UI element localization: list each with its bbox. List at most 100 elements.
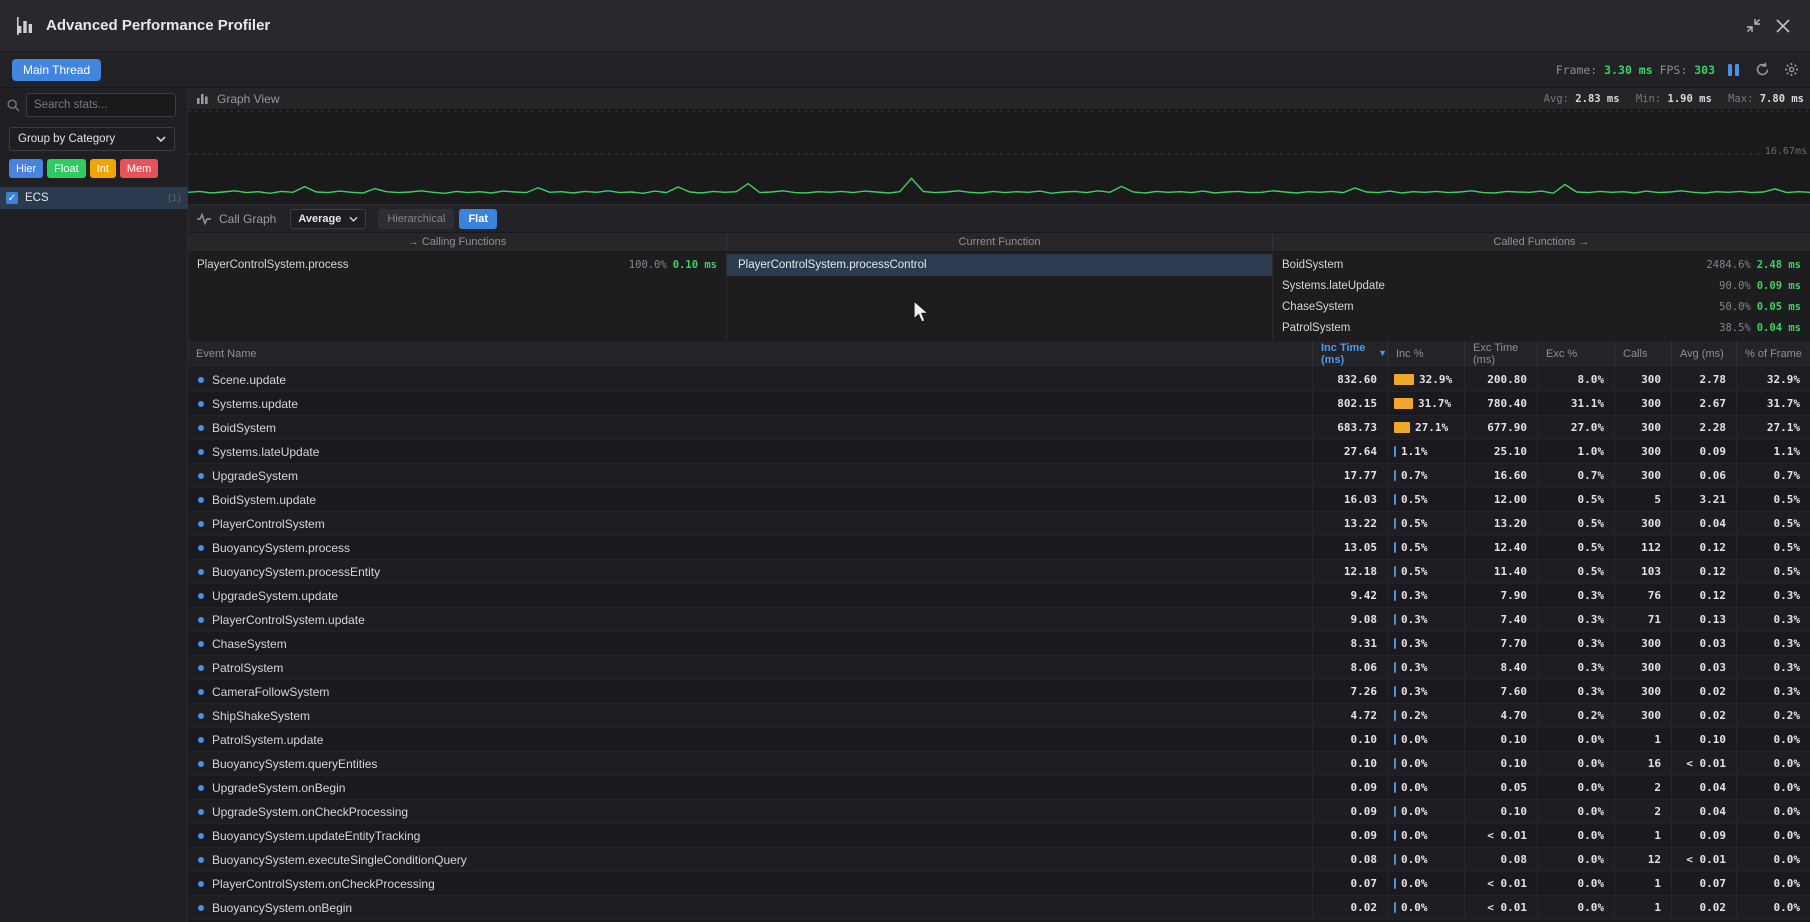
exc-time-cell: 0.10 <box>1465 728 1538 752</box>
inc-pct-cell: 0.0% <box>1388 776 1465 800</box>
current-function-row[interactable]: PlayerControlSystem.processControl <box>727 254 1272 276</box>
table-row[interactable]: PatrolSystem.update0.100.0%0.100.0%10.10… <box>188 728 1810 752</box>
filter-chip-int[interactable]: Int <box>90 159 116 178</box>
table-row[interactable]: Scene.update832.6032.9%200.808.0%3002.78… <box>188 368 1810 392</box>
avg-cell: 0.09 <box>1672 440 1737 464</box>
exc-pct-cell: 0.0% <box>1538 896 1615 920</box>
frame-time-graph[interactable]: 16.67ms <box>188 110 1810 204</box>
hierarchical-button[interactable]: Hierarchical <box>378 209 454 229</box>
frame-pct-cell: 0.5% <box>1737 536 1810 560</box>
table-row[interactable]: Systems.update802.1531.7%780.4031.1%3002… <box>188 392 1810 416</box>
event-name-cell: UpgradeSystem <box>188 464 1313 488</box>
frame-pct-cell: 0.3% <box>1737 584 1810 608</box>
avg-cell: 2.67 <box>1672 392 1737 416</box>
filter-chip-hier[interactable]: Hier <box>9 159 43 178</box>
called-function-row[interactable]: ChaseSystem50.0%0.05 ms <box>1273 296 1810 317</box>
inc-time-cell: 0.10 <box>1313 752 1388 776</box>
sidebar-item-ecs[interactable]: ✓ ECS (1) <box>0 187 188 209</box>
column-header-event-name[interactable]: Event Name <box>188 341 1313 367</box>
exc-pct-cell: 0.5% <box>1538 560 1615 584</box>
table-row[interactable]: PatrolSystem8.060.3%8.400.3%3000.030.3% <box>188 656 1810 680</box>
group-by-select[interactable]: Group by Category <box>9 127 175 151</box>
column-header-avg[interactable]: Avg (ms) <box>1672 341 1737 367</box>
calling-functions-list: PlayerControlSystem.process100.0%0.10 ms <box>188 252 727 340</box>
table-row[interactable]: UpgradeSystem.onCheckProcessing0.090.0%0… <box>188 800 1810 824</box>
table-row[interactable]: CameraFollowSystem7.260.3%7.600.3%3000.0… <box>188 680 1810 704</box>
gridline-label: 16.67ms <box>1762 146 1807 157</box>
column-header-inc-pct[interactable]: Inc % <box>1388 341 1465 367</box>
avg-cell: 0.02 <box>1672 680 1737 704</box>
calls-cell: 300 <box>1615 416 1672 440</box>
inc-pct-bar <box>1394 470 1396 481</box>
table-row[interactable]: UpgradeSystem.update9.420.3%7.900.3%760.… <box>188 584 1810 608</box>
inc-time-cell: 0.02 <box>1313 896 1388 920</box>
event-name-cell: UpgradeSystem.onBegin <box>188 776 1313 800</box>
table-row[interactable]: PlayerControlSystem.update9.080.3%7.400.… <box>188 608 1810 632</box>
exc-time-cell: < 0.01 <box>1465 872 1538 896</box>
avg-cell: 3.21 <box>1672 488 1737 512</box>
avg-cell: 0.12 <box>1672 536 1737 560</box>
event-dot-icon <box>198 593 204 599</box>
called-functions-list: BoidSystem2484.6%2.48 msSystems.lateUpda… <box>1273 252 1810 340</box>
event-dot-icon <box>198 569 204 575</box>
refresh-button[interactable] <box>1751 59 1773 81</box>
inc-pct-cell: 0.0% <box>1388 752 1465 776</box>
exc-time-cell: 0.10 <box>1465 800 1538 824</box>
ecs-checkbox[interactable]: ✓ <box>6 192 18 204</box>
inc-pct-bar <box>1394 830 1396 841</box>
inc-pct-bar <box>1394 734 1396 745</box>
inc-pct-bar <box>1394 806 1396 817</box>
table-row[interactable]: Systems.lateUpdate27.641.1%25.101.0%3000… <box>188 440 1810 464</box>
exc-pct-cell: 0.2% <box>1538 704 1615 728</box>
column-header-frame-pct[interactable]: % of Frame <box>1737 341 1810 367</box>
exc-time-cell: < 0.01 <box>1465 896 1538 920</box>
minimize-button[interactable] <box>1738 11 1768 41</box>
inc-pct-bar <box>1394 566 1396 577</box>
exc-pct-cell: 0.3% <box>1538 680 1615 704</box>
exc-time-cell: 780.40 <box>1465 392 1538 416</box>
event-dot-icon <box>198 425 204 431</box>
table-row[interactable]: PlayerControlSystem.onCheckProcessing0.0… <box>188 872 1810 896</box>
settings-button[interactable] <box>1780 59 1802 81</box>
called-function-row[interactable]: BoidSystem2484.6%2.48 ms <box>1273 254 1810 275</box>
column-header-exc-time[interactable]: Exc Time (ms) <box>1465 341 1538 367</box>
inc-time-cell: 13.05 <box>1313 536 1388 560</box>
main-thread-button[interactable]: Main Thread <box>12 59 101 81</box>
search-input[interactable] <box>26 93 176 117</box>
table-row[interactable]: ChaseSystem8.310.3%7.700.3%3000.030.3% <box>188 632 1810 656</box>
exc-pct-cell: 31.1% <box>1538 392 1615 416</box>
table-row[interactable]: BuoyancySystem.executeSingleConditionQue… <box>188 848 1810 872</box>
inc-pct-cell: 0.5% <box>1388 560 1465 584</box>
inc-pct-bar <box>1394 518 1396 529</box>
table-row[interactable]: UpgradeSystem.onBegin0.090.0%0.050.0%20.… <box>188 776 1810 800</box>
inc-time-cell: 0.09 <box>1313 824 1388 848</box>
frame-stats: Frame: 3.30 ms FPS: 303 <box>1556 63 1715 77</box>
table-row[interactable]: BuoyancySystem.onBegin0.020.0%< 0.010.0%… <box>188 896 1810 920</box>
event-name-cell: ChaseSystem <box>188 632 1313 656</box>
table-row[interactable]: UpgradeSystem17.770.7%16.600.7%3000.060.… <box>188 464 1810 488</box>
table-row[interactable]: BuoyancySystem.updateEntityTracking0.090… <box>188 824 1810 848</box>
column-header-inc-time[interactable]: Inc Time (ms)▼ <box>1313 341 1388 367</box>
filter-chip-float[interactable]: Float <box>47 159 85 178</box>
inc-time-cell: 0.08 <box>1313 848 1388 872</box>
column-header-calls[interactable]: Calls <box>1615 341 1672 367</box>
flat-button[interactable]: Flat <box>459 209 497 229</box>
close-icon <box>1776 19 1790 33</box>
close-button[interactable] <box>1768 11 1798 41</box>
filter-chip-mem[interactable]: Mem <box>120 159 158 178</box>
calling-function-row[interactable]: PlayerControlSystem.process100.0%0.10 ms <box>188 254 726 275</box>
column-header-exc-pct[interactable]: Exc % <box>1538 341 1615 367</box>
table-row[interactable]: BoidSystem.update16.030.5%12.000.5%53.21… <box>188 488 1810 512</box>
table-row[interactable]: ShipShakeSystem4.720.2%4.700.2%3000.020.… <box>188 704 1810 728</box>
called-function-row[interactable]: Systems.lateUpdate90.0%0.09 ms <box>1273 275 1810 296</box>
table-row[interactable]: PlayerControlSystem13.220.5%13.200.5%300… <box>188 512 1810 536</box>
average-select[interactable]: Average <box>290 209 366 229</box>
pause-button[interactable] <box>1722 59 1744 81</box>
table-row[interactable]: BuoyancySystem.process13.050.5%12.400.5%… <box>188 536 1810 560</box>
called-function-row[interactable]: PatrolSystem38.5%0.04 ms <box>1273 317 1810 338</box>
table-row[interactable]: BuoyancySystem.processEntity12.180.5%11.… <box>188 560 1810 584</box>
exc-pct-cell: 27.0% <box>1538 416 1615 440</box>
table-row[interactable]: BuoyancySystem.queryEntities0.100.0%0.10… <box>188 752 1810 776</box>
table-row[interactable]: BoidSystem683.7327.1%677.9027.0%3002.282… <box>188 416 1810 440</box>
inc-time-cell: 13.22 <box>1313 512 1388 536</box>
